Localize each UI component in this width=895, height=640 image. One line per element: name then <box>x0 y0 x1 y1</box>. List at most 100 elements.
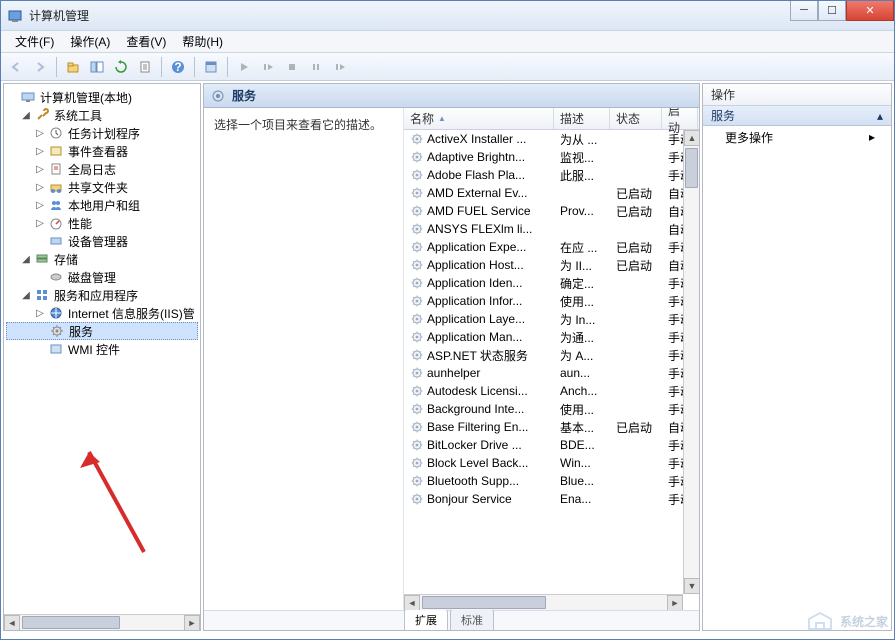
service-row[interactable]: Application Infor...使用...手动 <box>404 292 699 310</box>
menu-help[interactable]: 帮助(H) <box>174 31 231 52</box>
service-row[interactable]: AMD External Ev...已启动自动 <box>404 184 699 202</box>
scroll-left-button[interactable]: ◄ <box>4 615 20 631</box>
pause-service-button[interactable] <box>305 56 327 78</box>
service-row[interactable]: Base Filtering En...基本...已启动自动 <box>404 418 699 436</box>
expand-icon[interactable]: ▷ <box>34 164 46 175</box>
expand-icon[interactable]: ▷ <box>34 218 46 229</box>
scroll-down-button[interactable]: ▼ <box>684 578 699 594</box>
expand-icon[interactable]: ▷ <box>34 182 46 193</box>
pause-then-button[interactable] <box>257 56 279 78</box>
service-row[interactable]: BitLocker Drive ...BDE...手动 <box>404 436 699 454</box>
titlebar[interactable]: 计算机管理 ─ ☐ ✕ <box>1 1 894 31</box>
col-status-header[interactable]: 状态 <box>610 108 662 129</box>
service-row[interactable]: Block Level Back...Win...手动 <box>404 454 699 472</box>
tree-hscrollbar[interactable]: ◄ ► <box>4 614 200 630</box>
tree-services[interactable]: 服务 <box>6 322 198 340</box>
tree-global-log[interactable]: ▷ 全局日志 <box>6 160 198 178</box>
expand-icon[interactable]: ▷ <box>34 200 46 211</box>
scroll-thumb[interactable] <box>22 616 120 629</box>
export-button[interactable] <box>134 56 156 78</box>
service-row[interactable]: ANSYS FLEXlm li...自动 <box>404 220 699 238</box>
collapse-icon[interactable]: ◢ <box>20 110 32 121</box>
tree-pane[interactable]: 计算机管理(本地) ◢ 系统工具 ▷ 任务计划程序 ▷ 事件查看器 <box>3 83 201 631</box>
collapse-icon[interactable]: ◢ <box>20 254 32 265</box>
refresh-button[interactable] <box>110 56 132 78</box>
service-row[interactable]: Application Host...为 II...已启动自动 <box>404 256 699 274</box>
scroll-track[interactable] <box>420 595 667 610</box>
service-row[interactable]: Adaptive Brightn...监视...手动 <box>404 148 699 166</box>
scroll-right-button[interactable]: ► <box>184 615 200 631</box>
tab-extended[interactable]: 扩展 <box>404 609 448 630</box>
service-row[interactable]: Application Man...为通...手动 <box>404 328 699 346</box>
menu-action[interactable]: 操作(A) <box>62 31 118 52</box>
gear-icon <box>410 276 424 290</box>
service-row[interactable]: Autodesk Licensi...Anch...手动 <box>404 382 699 400</box>
menu-view[interactable]: 查看(V) <box>118 31 174 52</box>
service-row[interactable]: Background Inte...使用...手动 <box>404 400 699 418</box>
scroll-up-button[interactable]: ▲ <box>684 130 699 146</box>
col-start-header[interactable]: 启动 <box>662 108 698 129</box>
nav-forward-button[interactable] <box>29 56 51 78</box>
tab-standard[interactable]: 标准 <box>450 609 494 630</box>
col-desc-header[interactable]: 描述 <box>554 108 610 129</box>
service-row[interactable]: AMD FUEL ServiceProv...已启动自动 <box>404 202 699 220</box>
scroll-track[interactable] <box>20 615 184 630</box>
service-row[interactable]: Application Expe...在应 ...已启动手动 <box>404 238 699 256</box>
expand-icon[interactable]: ▷ <box>34 128 46 139</box>
service-row[interactable]: Application Laye...为 In...手动 <box>404 310 699 328</box>
cell-desc: Anch... <box>554 384 610 398</box>
nav-back-button[interactable] <box>5 56 27 78</box>
tree-disk-mgmt[interactable]: 磁盘管理 <box>6 268 198 286</box>
maximize-button[interactable]: ☐ <box>818 1 846 21</box>
scroll-thumb[interactable] <box>422 596 546 609</box>
help-button[interactable]: ? <box>167 56 189 78</box>
service-row[interactable]: Adobe Flash Pla...此服...手动 <box>404 166 699 184</box>
tree-device-manager[interactable]: 设备管理器 <box>6 232 198 250</box>
tree-label: 存储 <box>52 251 78 268</box>
properties-button[interactable] <box>200 56 222 78</box>
up-button[interactable] <box>62 56 84 78</box>
scroll-track[interactable] <box>684 146 699 578</box>
tree-system-tools[interactable]: ◢ 系统工具 <box>6 106 198 124</box>
more-actions-item[interactable]: 更多操作 ▸ <box>703 126 891 148</box>
tree-label: 计算机管理(本地) <box>38 89 132 106</box>
collapse-icon[interactable]: ◢ <box>20 290 32 301</box>
service-row[interactable]: Bluetooth Supp...Blue...手动 <box>404 472 699 490</box>
cell-desc: Prov... <box>554 204 610 218</box>
tree-performance[interactable]: ▷ 性能 <box>6 214 198 232</box>
services-vscrollbar[interactable]: ▲ ▼ <box>683 130 699 594</box>
tree-services-apps[interactable]: ◢ 服务和应用程序 <box>6 286 198 304</box>
restart-service-button[interactable] <box>329 56 351 78</box>
tree-root[interactable]: 计算机管理(本地) <box>6 88 198 106</box>
service-row[interactable]: ActiveX Installer ...为从 ...手动 <box>404 130 699 148</box>
service-row[interactable]: ASP.NET 状态服务为 A...手动 <box>404 346 699 364</box>
scroll-right-button[interactable]: ► <box>667 595 683 610</box>
close-button[interactable]: ✕ <box>846 1 894 21</box>
service-description-area: 选择一个项目来查看它的描述。 <box>204 108 404 610</box>
start-service-button[interactable] <box>233 56 255 78</box>
expand-icon[interactable]: ▷ <box>34 146 46 157</box>
col-name-header[interactable]: 名称▲ <box>404 108 554 129</box>
tree-event-viewer[interactable]: ▷ 事件查看器 <box>6 142 198 160</box>
menu-file[interactable]: 文件(F) <box>7 31 62 52</box>
minimize-button[interactable]: ─ <box>790 1 818 21</box>
service-rows[interactable]: ActiveX Installer ...为从 ...手动Adaptive Br… <box>404 130 699 610</box>
stop-service-button[interactable] <box>281 56 303 78</box>
service-row[interactable]: aunhelperaun...手动 <box>404 364 699 382</box>
tree-task-scheduler[interactable]: ▷ 任务计划程序 <box>6 124 198 142</box>
expand-icon[interactable]: ▷ <box>34 308 46 319</box>
service-row[interactable]: Bonjour ServiceEna...手动 <box>404 490 699 508</box>
tree-shared-folders[interactable]: ▷ 共享文件夹 <box>6 178 198 196</box>
tree-local-users[interactable]: ▷ 本地用户和组 <box>6 196 198 214</box>
computer-icon <box>20 89 36 105</box>
scroll-left-button[interactable]: ◄ <box>404 595 420 610</box>
scroll-thumb[interactable] <box>685 148 698 188</box>
service-row[interactable]: Application Iden...确定...手动 <box>404 274 699 292</box>
actions-section[interactable]: 服务 ▴ <box>703 106 891 126</box>
show-hide-tree-button[interactable] <box>86 56 108 78</box>
tree-iis[interactable]: ▷ Internet 信息服务(IIS)管 <box>6 304 198 322</box>
tree-storage[interactable]: ◢ 存储 <box>6 250 198 268</box>
storage-icon <box>34 251 50 267</box>
tree-wmi[interactable]: WMI 控件 <box>6 340 198 358</box>
services-hscrollbar[interactable]: ◄ ► <box>404 594 683 610</box>
